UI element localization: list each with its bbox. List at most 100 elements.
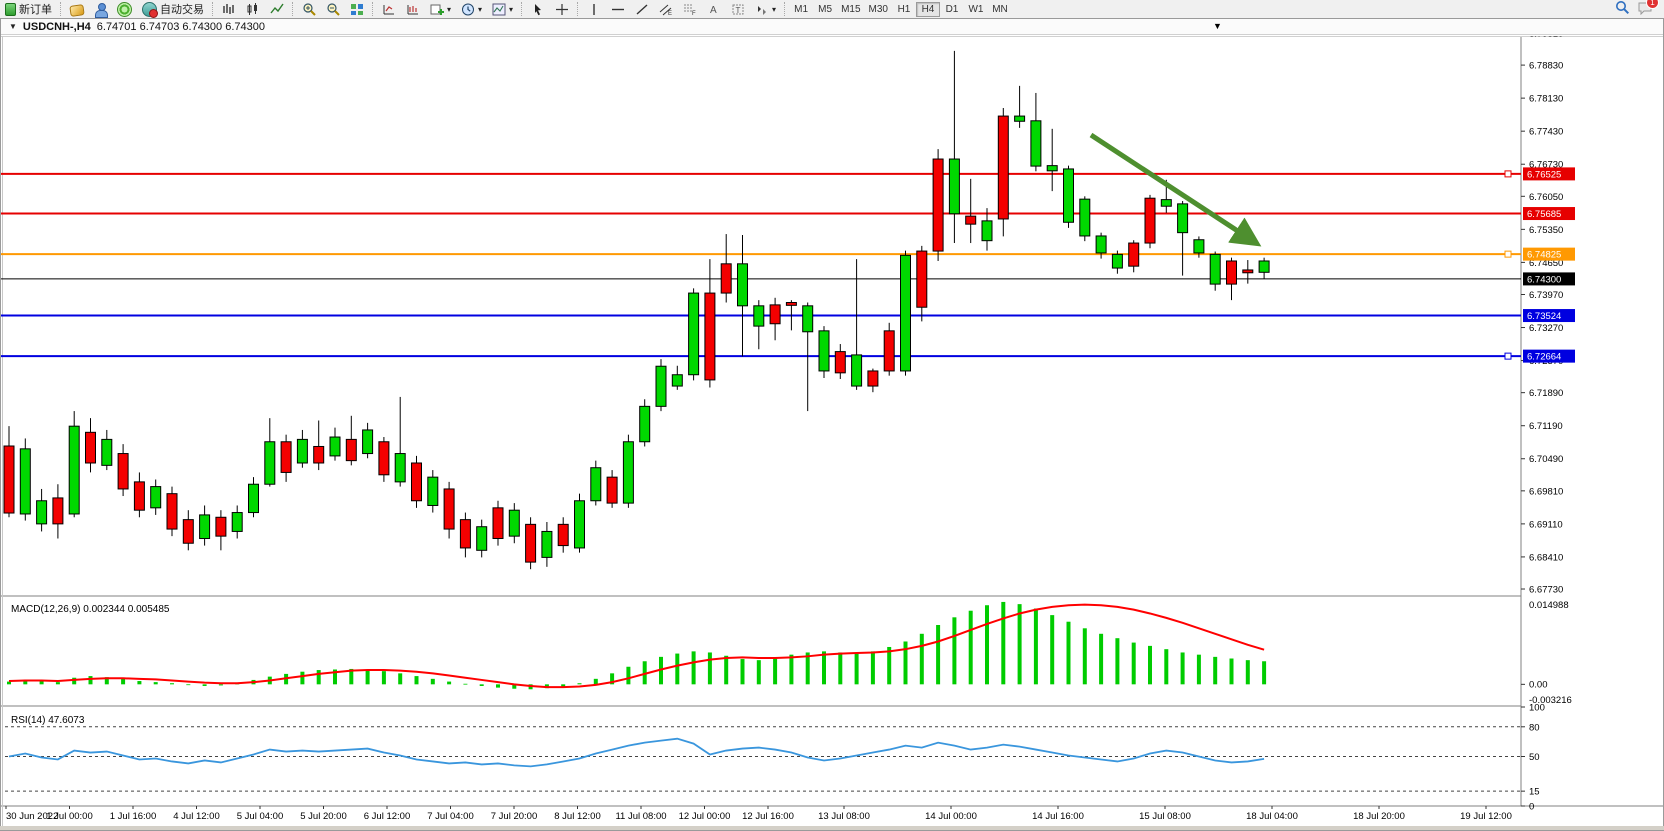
indicator-window-icon [382, 3, 396, 16]
macd-histogram-bar [1164, 649, 1168, 684]
profile-button[interactable] [89, 1, 112, 17]
level-price-badge-label: 6.73524 [1527, 311, 1561, 322]
level-line-handle[interactable] [1505, 171, 1511, 177]
dropdown-arrow-icon: ▾ [447, 5, 451, 14]
macd-histogram-bar [1001, 602, 1005, 684]
templates-button[interactable]: ▾ [487, 1, 518, 17]
macd-histogram-bar [496, 684, 500, 687]
text-button[interactable]: A [702, 1, 726, 17]
tile-windows-button[interactable] [345, 1, 369, 17]
line-chart-icon [270, 3, 284, 16]
price-tick-label: 6.71890 [1529, 388, 1563, 399]
candle-body [265, 442, 275, 484]
zoom-out-button[interactable] [321, 1, 345, 17]
timeframe-d1[interactable]: D1 [940, 2, 964, 17]
indicator-window-2-button[interactable] [401, 1, 425, 17]
macd-histogram-bar [1050, 615, 1054, 684]
macd-histogram-bar [1099, 634, 1103, 685]
timeframe-w1[interactable]: W1 [964, 2, 988, 17]
timeframe-mn[interactable]: MN [988, 2, 1012, 17]
text-label-button[interactable]: T [726, 1, 750, 17]
level-price-badge-label: 6.74825 [1527, 250, 1561, 261]
indicator-window-1-button[interactable] [377, 1, 401, 17]
price-tick-label: 6.73270 [1529, 323, 1563, 334]
candle-body [868, 371, 878, 386]
bar-chart-button[interactable] [217, 1, 241, 17]
horizontal-line-button[interactable] [606, 1, 630, 17]
new-order-button[interactable]: 新订单 [0, 1, 57, 17]
new-order-icon [5, 3, 16, 16]
crosshair-icon [555, 3, 569, 16]
macd-histogram-bar [398, 673, 402, 684]
dropdown-arrow-icon: ▾ [772, 5, 776, 14]
macd-histogram-bar [415, 676, 419, 684]
candle-body [656, 366, 666, 406]
candle-body [526, 524, 536, 562]
trend-arrow[interactable] [1091, 135, 1253, 241]
signals-button[interactable] [112, 1, 137, 17]
candle-body [607, 477, 617, 503]
timeframe-m30[interactable]: M30 [865, 2, 892, 17]
macd-histogram-bar [1083, 628, 1087, 684]
timeframe-m15[interactable]: M15 [837, 2, 864, 17]
chat-button[interactable]: 1 [1638, 1, 1654, 18]
autoscroll-marker-icon[interactable]: ▼ [1213, 21, 1222, 31]
time-label: 12 Jul 16:00 [742, 811, 794, 822]
macd-histogram-bar [1262, 661, 1266, 684]
price-tick-label: 6.76050 [1529, 192, 1563, 203]
cursor-button[interactable] [526, 1, 550, 17]
time-label: 6 Jul 12:00 [364, 811, 410, 822]
macd-histogram-bar [724, 656, 728, 685]
period-button[interactable]: ▾ [456, 1, 487, 17]
macd-histogram-bar [7, 682, 11, 685]
line-chart-button[interactable] [265, 1, 289, 17]
candle-body [819, 331, 829, 371]
time-label: 19 Jul 12:00 [1460, 811, 1512, 822]
timeframe-h4[interactable]: H4 [916, 2, 940, 17]
price-tick-label: 6.67730 [1529, 585, 1563, 596]
candle-body [1178, 204, 1188, 233]
price-tick-label: 6.68410 [1529, 552, 1563, 563]
macd-histogram-bar [121, 679, 125, 684]
bar-chart-icon [222, 3, 236, 16]
macd-histogram-bar [936, 625, 940, 684]
candle-body [477, 527, 487, 551]
level-line-handle[interactable] [1505, 251, 1511, 257]
toolbar-separator [521, 2, 523, 16]
timeframe-h1[interactable]: H1 [892, 2, 916, 17]
crosshair-button[interactable] [550, 1, 574, 17]
macd-histogram-bar [1115, 638, 1119, 684]
candle-body [395, 454, 405, 482]
candle-body [167, 494, 177, 529]
add-indicator-button[interactable]: ▾ [425, 1, 456, 17]
macd-axis-label: 0.00 [1529, 679, 1548, 690]
price-tick-label: 6.73970 [1529, 290, 1563, 301]
macd-histogram-bar [219, 684, 223, 685]
macd-histogram-bar [1246, 660, 1250, 684]
arrows-button[interactable]: ▾ [750, 1, 781, 17]
candle-body [1129, 243, 1139, 266]
candle-body [689, 293, 699, 375]
timeframe-m5[interactable]: M5 [813, 2, 837, 17]
market-watch-button[interactable] [65, 1, 89, 17]
candle-body [1259, 261, 1269, 272]
zoom-in-button[interactable] [297, 1, 321, 17]
chart-title: USDCNH-,H4 [23, 21, 91, 33]
fibonacci-button[interactable]: F [678, 1, 702, 17]
trendline-button[interactable] [630, 1, 654, 17]
candlestick-button[interactable] [241, 1, 265, 17]
vertical-line-button[interactable] [582, 1, 606, 17]
fibonacci-icon: F [683, 3, 697, 16]
price-tick-label: 6.79510 [1529, 36, 1563, 40]
timeframe-m1[interactable]: M1 [789, 2, 813, 17]
level-line-handle[interactable] [1505, 353, 1511, 359]
macd-histogram-bar [72, 678, 76, 685]
search-button[interactable] [1615, 0, 1630, 18]
trendline-icon [635, 3, 649, 16]
time-label: 8 Jul 12:00 [554, 811, 600, 822]
vertical-line-icon [587, 3, 601, 16]
autotrade-button[interactable]: 自动交易 [137, 1, 209, 17]
text-icon: A [707, 3, 721, 16]
channel-button[interactable]: E [654, 1, 678, 17]
symbol-dropdown-icon[interactable]: ▼ [9, 22, 17, 31]
